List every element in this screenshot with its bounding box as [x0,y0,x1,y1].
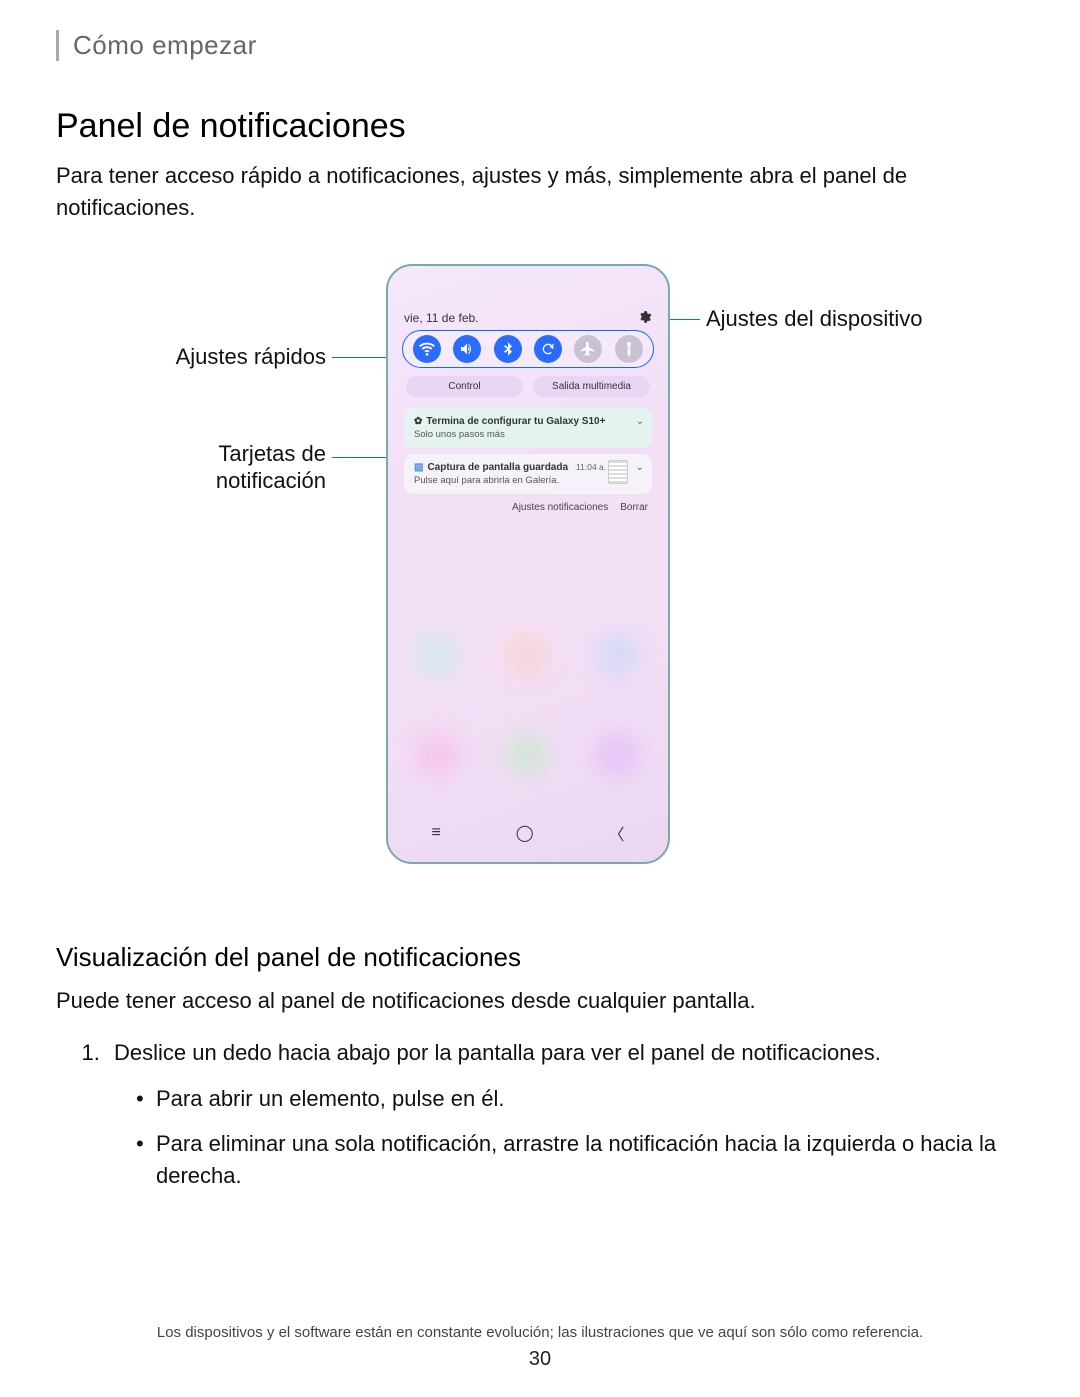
body-paragraph: Puede tener acceso al panel de notificac… [56,985,1024,1017]
screenshot-thumbnail [608,460,628,484]
status-bar: vie, 11 de feb. [404,310,652,327]
pill-control[interactable]: Control [406,376,523,397]
card-subtitle: Solo unos pasos más [414,429,642,440]
callout-quick-settings: Ajustes rápidos [116,344,326,370]
pill-media[interactable]: Salida multimedia [533,376,650,397]
substep-item: Para abrir un elemento, pulse en él. [136,1083,1024,1115]
recents-icon[interactable]: ≡ [431,824,440,842]
chevron-down-icon[interactable]: ⌄ [636,416,644,427]
gear-icon[interactable] [638,310,652,327]
step-text: Deslice un dedo hacia abajo por la panta… [114,1040,881,1065]
wifi-icon[interactable] [413,335,441,363]
home-icon[interactable]: ◯ [516,823,534,843]
sound-icon[interactable] [453,335,481,363]
back-icon[interactable]: 〈 [609,821,625,845]
intro-paragraph: Para tener acceso rápido a notificacione… [56,160,1024,224]
callout-line [332,357,390,359]
rotate-icon[interactable] [534,335,562,363]
section-subtitle: Visualización del panel de notificacione… [56,942,1024,973]
steps-list: Deslice un dedo hacia abajo por la panta… [106,1037,1024,1193]
notification-card[interactable]: ▧ Captura de pantalla guardada 11:04 a. … [404,454,652,494]
airplane-icon[interactable] [574,335,602,363]
image-mini-icon: ▧ [414,462,423,473]
breadcrumb: Cómo empezar [56,30,1024,61]
card-title: Termina de configurar tu Galaxy S10+ [426,416,605,427]
page-title: Panel de notificaciones [56,107,1024,146]
flashlight-icon[interactable] [615,335,643,363]
quick-settings-row [402,330,654,368]
status-date: vie, 11 de feb. [404,311,479,325]
bluetooth-icon[interactable] [494,335,522,363]
chevron-down-icon[interactable]: ⌄ [636,462,644,473]
substep-item: Para eliminar una sola notificación, arr… [136,1128,1024,1192]
callout-notification-cards: Tarjetas de notificación [146,440,326,495]
notif-settings-link[interactable]: Ajustes notificaciones [512,502,608,513]
settings-mini-icon: ✿ [414,416,422,427]
page-number: 30 [0,1348,1080,1371]
card-title: Captura de pantalla guardada [427,462,568,473]
footnote: Los dispositivos y el software están en … [0,1324,1080,1341]
callout-device-settings: Ajustes del dispositivo [706,306,922,332]
clear-button[interactable]: Borrar [620,502,648,513]
step-item: Deslice un dedo hacia abajo por la panta… [106,1037,1024,1193]
figure: Ajustes rápidos Tarjetas de notificación… [56,264,1024,894]
callout-line [332,457,392,459]
android-navbar: ≡ ◯ 〈 [394,818,662,848]
breadcrumb-text: Cómo empezar [73,30,1024,61]
notification-card[interactable]: ✿ Termina de configurar tu Galaxy S10+ S… [404,408,652,448]
phone-illustration: vie, 11 de feb. Control Salida multimedi… [386,264,670,864]
